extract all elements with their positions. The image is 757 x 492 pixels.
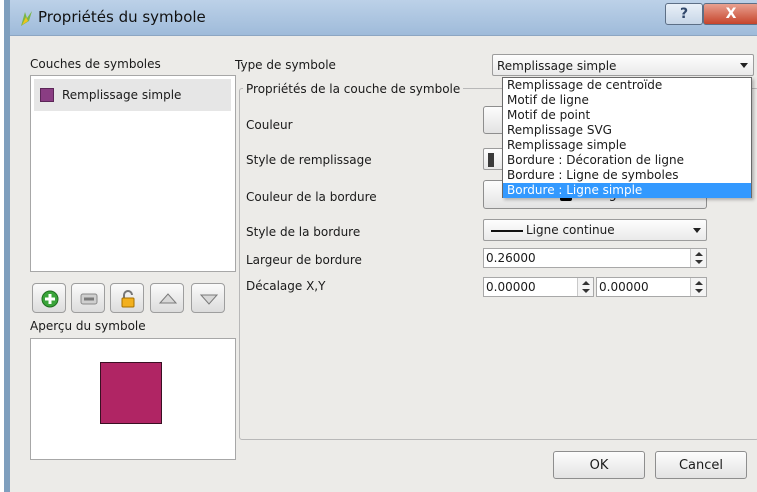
lock-layer-button[interactable] [110,283,144,313]
chevron-down-icon [740,63,748,68]
offset-y-input[interactable]: 0.00000 [596,277,707,297]
border-style-value: Ligne continue [526,223,615,237]
move-up-button[interactable] [150,283,184,313]
color-label: Couleur [246,118,293,132]
ok-button-label: OK [589,457,609,473]
border-style-select[interactable]: Ligne continue [483,219,707,241]
lock-icon [121,290,135,308]
help-icon: ? [679,6,689,22]
offset-x-value: 0.00000 [486,280,536,294]
border-style-label: Style de la bordure [246,225,361,239]
layers-title: Couches de symboles [30,57,161,71]
offset-x-spinner[interactable] [577,278,593,296]
close-icon: X [725,6,737,22]
dropdown-option-line-decoration[interactable]: Bordure : Décoration de ligne [503,153,751,168]
window-title: Propriétés du symbole [38,8,206,26]
ok-button[interactable]: OK [553,451,645,479]
dropdown-option-point-pattern[interactable]: Motif de point [503,108,751,123]
dropdown-option-simple-line[interactable]: Bordure : Ligne simple [503,183,751,198]
preview-swatch [100,362,162,424]
qgis-logo-icon [21,11,32,26]
symbol-type-label: Type de symbole [235,58,336,72]
border-width-value: 0.26000 [486,251,536,265]
solid-line-icon [491,230,523,232]
dropdown-option-centroid-fill[interactable]: Remplissage de centroïde [503,78,751,93]
preview-title: Aperçu du symbole [30,319,146,333]
plus-icon [41,290,59,308]
offset-label: Décalage X,Y [246,279,326,293]
arrow-down-icon [199,294,219,305]
close-button[interactable]: X [703,3,757,25]
symbol-type-select[interactable]: Remplissage simple [492,54,754,76]
border-color-label: Couleur de la bordure [246,190,377,204]
dropdown-option-line-pattern[interactable]: Motif de ligne [503,93,751,108]
cancel-button[interactable]: Cancel [655,451,747,479]
dropdown-option-marker-line[interactable]: Bordure : Ligne de symboles [503,168,751,183]
border-width-input[interactable]: 0.26000 [483,248,707,268]
layer-label: Remplissage simple [62,88,182,102]
fill-style-swatch [488,153,494,167]
symbol-layers-list[interactable]: Remplissage simple [30,75,236,272]
symbol-preview [30,338,236,460]
offset-x-input[interactable]: 0.00000 [483,277,594,297]
chevron-down-icon [693,228,701,233]
fill-style-label: Style de remplissage [246,153,372,167]
layer-color-swatch [40,88,54,102]
border-width-label: Largeur de bordure [246,253,362,267]
cancel-button-label: Cancel [678,457,724,473]
symbol-type-value: Remplissage simple [497,59,617,73]
offset-y-spinner[interactable] [690,278,706,296]
symbol-type-dropdown[interactable]: Remplissage de centroïde Motif de ligne … [502,77,752,198]
symbol-properties-dialog: Propriétés du symbole ? X Couches de sym… [4,0,757,492]
offset-y-value: 0.00000 [599,280,649,294]
list-item[interactable]: Remplissage simple [34,79,231,111]
dropdown-option-simple-fill[interactable]: Remplissage simple [503,138,751,153]
remove-layer-button[interactable] [71,283,105,313]
arrow-up-icon [158,293,178,304]
title-bar: Propriétés du symbole ? X [10,0,757,36]
layer-props-title: Propriétés de la couche de symbole [243,82,464,96]
help-button[interactable]: ? [665,3,703,25]
border-width-spinner[interactable] [690,249,706,267]
add-layer-button[interactable] [32,283,66,313]
move-down-button[interactable] [191,283,225,313]
minus-icon [80,293,98,305]
dropdown-option-svg-fill[interactable]: Remplissage SVG [503,123,751,138]
